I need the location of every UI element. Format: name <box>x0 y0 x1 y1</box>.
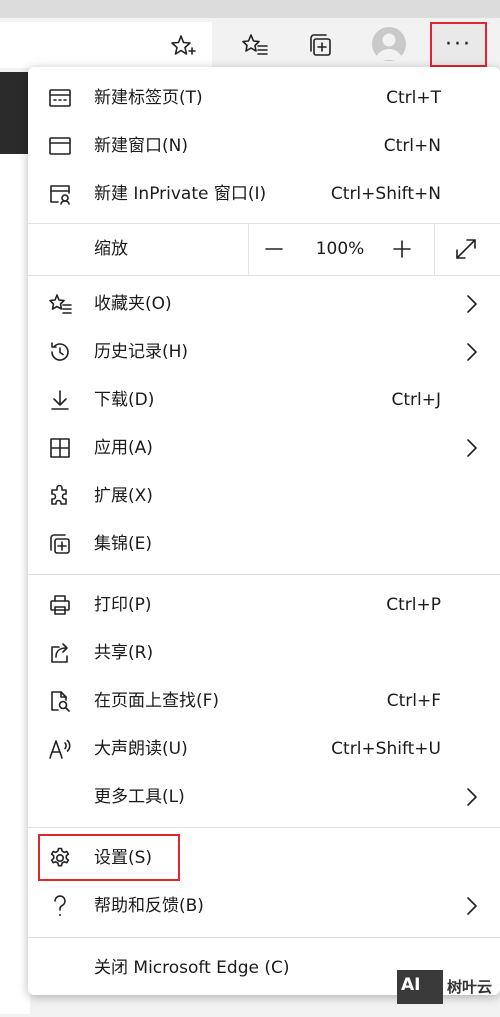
print-icon <box>48 593 72 617</box>
menu-separator <box>28 275 500 276</box>
page-content <box>0 154 30 1014</box>
settings-and-more-menu: 新建标签页(T) Ctrl+T 新建窗口(N) Ctrl+N 新建 InPriv… <box>28 67 500 995</box>
menu-item-new-tab[interactable]: 新建标签页(T) Ctrl+T <box>28 74 500 122</box>
fullscreen-icon[interactable] <box>452 235 480 263</box>
extensions-icon <box>48 484 72 508</box>
page-background <box>0 72 30 154</box>
apps-icon <box>48 436 72 460</box>
new-window-icon <box>48 134 72 158</box>
menu-item-extensions[interactable]: 扩展(X) <box>28 472 500 520</box>
zoom-level: 100% <box>315 239 365 259</box>
zoom-row: 缩放 100% <box>28 223 500 275</box>
menu-item-help[interactable]: 帮助和反馈(B) <box>28 882 500 930</box>
zoom-label: 缩放 <box>94 239 128 259</box>
zoom-in-button[interactable] <box>386 233 418 265</box>
history-icon <box>48 340 72 364</box>
collections-icon[interactable] <box>306 30 336 60</box>
collections-icon <box>48 532 72 556</box>
read-aloud-icon <box>48 737 72 761</box>
chevron-right-icon <box>466 787 478 807</box>
title-strip <box>0 0 500 18</box>
chevron-right-icon <box>466 438 478 458</box>
download-icon <box>48 388 72 412</box>
menu-item-history[interactable]: 历史记录(H) <box>28 328 500 376</box>
share-icon <box>48 641 72 665</box>
menu-item-favorites[interactable]: 收藏夹(O) <box>28 280 500 328</box>
zoom-out-button[interactable] <box>258 233 290 265</box>
menu-separator <box>28 827 500 828</box>
menu-item-more-tools[interactable]: 更多工具(L) <box>28 773 500 821</box>
menu-separator <box>28 937 500 938</box>
menu-item-new-window[interactable]: 新建窗口(N) Ctrl+N <box>28 122 500 170</box>
chevron-right-icon <box>466 294 478 314</box>
chevron-right-icon <box>466 896 478 916</box>
menu-item-new-inprivate[interactable]: 新建 InPrivate 窗口(I) Ctrl+Shift+N <box>28 170 500 218</box>
favorites-icon[interactable] <box>240 30 270 60</box>
zoom-divider <box>434 223 435 275</box>
zoom-divider <box>248 223 249 275</box>
menu-item-print[interactable]: 打印(P) Ctrl+P <box>28 581 500 629</box>
star-add-icon[interactable] <box>168 32 196 60</box>
profile-avatar-icon[interactable] <box>372 27 406 61</box>
menu-item-share[interactable]: 共享(R) <box>28 629 500 677</box>
watermark-logo: AI <box>397 970 443 1004</box>
more-button[interactable]: ··· <box>430 22 487 67</box>
more-icon: ··· <box>445 32 472 57</box>
menu-item-downloads[interactable]: 下载(D) Ctrl+J <box>28 376 500 424</box>
menu-item-apps[interactable]: 应用(A) <box>28 424 500 472</box>
inprivate-icon <box>48 182 72 206</box>
new-tab-icon <box>48 86 72 110</box>
chevron-right-icon <box>466 342 478 362</box>
watermark: AI 树叶云 <box>397 970 497 1004</box>
find-icon <box>48 689 72 713</box>
favorites-icon <box>48 292 72 316</box>
settings-highlight <box>38 834 180 881</box>
menu-separator <box>28 574 500 575</box>
watermark-text: 树叶云 <box>447 978 493 996</box>
menu-item-collections[interactable]: 集锦(E) <box>28 520 500 568</box>
menu-item-find[interactable]: 在页面上查找(F) Ctrl+F <box>28 677 500 725</box>
help-icon <box>48 894 72 918</box>
menu-item-read-aloud[interactable]: 大声朗读(U) Ctrl+Shift+U <box>28 725 500 773</box>
